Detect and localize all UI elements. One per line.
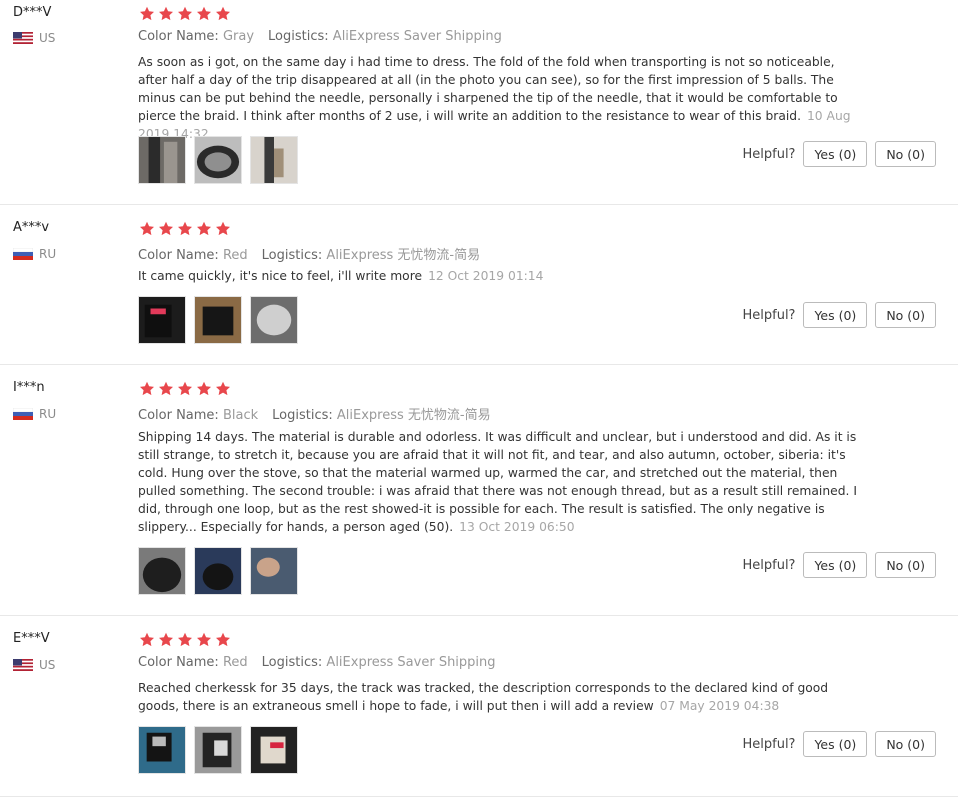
ru-flag-icon bbox=[13, 248, 33, 260]
review-meta: Color Name: Red Logistics: AliExpress Sav… bbox=[138, 655, 496, 670]
review-photo[interactable] bbox=[250, 547, 298, 595]
star-icon bbox=[159, 381, 173, 396]
yes-button[interactable]: Yes (0) bbox=[803, 731, 868, 757]
star-icon bbox=[197, 632, 211, 647]
star-icon bbox=[197, 221, 211, 236]
yes-button[interactable]: Yes (0) bbox=[803, 141, 868, 167]
yes-button[interactable]: Yes (0) bbox=[803, 552, 868, 578]
star-icon bbox=[197, 6, 211, 21]
helpful-vote: Helpful? Yes (0) No (0) bbox=[742, 302, 958, 328]
review-item: D***V US Color Name: Gray Logistics: AliE… bbox=[0, 0, 958, 205]
helpful-vote: Helpful? Yes (0) No (0) bbox=[742, 731, 958, 757]
review-photos bbox=[138, 296, 306, 344]
helpful-vote: Helpful? Yes (0) No (0) bbox=[742, 552, 958, 578]
yes-button[interactable]: Yes (0) bbox=[803, 302, 868, 328]
helpful-label: Helpful? bbox=[742, 736, 796, 752]
helpful-label: Helpful? bbox=[742, 146, 796, 162]
review-photo[interactable] bbox=[138, 547, 186, 595]
review-meta: Color Name: Gray Logistics: AliExpress Sa… bbox=[138, 29, 502, 44]
review-meta: Color Name: Black Logistics: AliExpress 无… bbox=[138, 408, 491, 423]
star-icon bbox=[159, 6, 173, 21]
star-icon bbox=[216, 6, 230, 21]
star-rating bbox=[139, 221, 234, 237]
star-icon bbox=[197, 381, 211, 396]
review-item: A***v RU Color Name: Red Logistics: AliEx… bbox=[0, 205, 958, 365]
review-photo[interactable] bbox=[194, 547, 242, 595]
no-button[interactable]: No (0) bbox=[875, 141, 936, 167]
reviewer-name: A***v bbox=[13, 220, 50, 235]
review-photo[interactable] bbox=[194, 296, 242, 344]
star-icon bbox=[216, 381, 230, 396]
review-text: Shipping 14 days. The material is durabl… bbox=[138, 430, 857, 534]
reviewer-country: US bbox=[13, 31, 55, 45]
star-icon bbox=[140, 381, 154, 396]
review-text: As soon as i got, on the same day i had … bbox=[138, 55, 851, 141]
helpful-vote: Helpful? Yes (0) No (0) bbox=[742, 141, 958, 167]
star-icon bbox=[178, 381, 192, 396]
review-text: It came quickly, it's nice to feel, i'll… bbox=[138, 269, 544, 283]
review-photo[interactable] bbox=[138, 136, 186, 184]
helpful-label: Helpful? bbox=[742, 557, 796, 573]
star-icon bbox=[140, 221, 154, 236]
reviewer-name: D***V bbox=[13, 5, 52, 20]
reviewer-country: US bbox=[13, 658, 55, 672]
review-item: E***V US Color Name: Red Logistics: AliEx… bbox=[0, 616, 958, 797]
reviewer-country: RU bbox=[13, 247, 56, 261]
review-photos bbox=[138, 547, 306, 595]
star-icon bbox=[216, 632, 230, 647]
us-flag-icon bbox=[13, 32, 33, 44]
star-rating bbox=[139, 381, 234, 397]
review-photo[interactable] bbox=[194, 726, 242, 774]
star-icon bbox=[159, 221, 173, 236]
review-meta: Color Name: Red Logistics: AliExpress 无忧物… bbox=[138, 248, 481, 263]
review-photo[interactable] bbox=[250, 296, 298, 344]
star-icon bbox=[178, 632, 192, 647]
no-button[interactable]: No (0) bbox=[875, 731, 936, 757]
us-flag-icon bbox=[13, 659, 33, 671]
reviewer-name: I***n bbox=[13, 380, 45, 395]
review-item: I***n RU Color Name: Black Logistics: Ali… bbox=[0, 365, 958, 616]
review-date: 12 Oct 2019 01:14 bbox=[428, 269, 544, 283]
star-icon bbox=[140, 6, 154, 21]
star-rating bbox=[139, 632, 234, 648]
review-photo[interactable] bbox=[250, 136, 298, 184]
star-rating bbox=[139, 6, 234, 22]
star-icon bbox=[140, 632, 154, 647]
review-date: 07 May 2019 04:38 bbox=[659, 699, 780, 713]
star-icon bbox=[159, 632, 173, 647]
review-date: 13 Oct 2019 06:50 bbox=[459, 520, 575, 534]
review-photo[interactable] bbox=[138, 726, 186, 774]
no-button[interactable]: No (0) bbox=[875, 552, 936, 578]
review-text: Reached cherkessk for 35 days, the track… bbox=[138, 681, 829, 713]
star-icon bbox=[178, 221, 192, 236]
star-icon bbox=[216, 221, 230, 236]
review-photos bbox=[138, 136, 306, 184]
star-icon bbox=[178, 6, 192, 21]
review-photo[interactable] bbox=[138, 296, 186, 344]
ru-flag-icon bbox=[13, 408, 33, 420]
helpful-label: Helpful? bbox=[742, 307, 796, 323]
reviewer-country: RU bbox=[13, 407, 56, 421]
reviewer-name: E***V bbox=[13, 631, 50, 646]
no-button[interactable]: No (0) bbox=[875, 302, 936, 328]
review-photo[interactable] bbox=[194, 136, 242, 184]
review-photos bbox=[138, 726, 306, 774]
review-photo[interactable] bbox=[250, 726, 298, 774]
